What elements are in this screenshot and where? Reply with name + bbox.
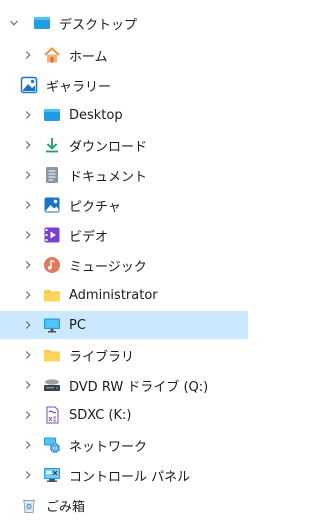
chevron-right-icon[interactable]	[23, 230, 33, 240]
chevron-right-icon[interactable]	[23, 290, 33, 300]
tree-item-network[interactable]: ネットワーク	[0, 431, 248, 459]
user-folder-icon	[43, 286, 61, 304]
chevron-right-icon[interactable]	[23, 410, 33, 420]
tree-item-label: Administrator	[69, 287, 158, 303]
music-icon	[43, 256, 61, 274]
tree-item-recycle-bin[interactable]: ごみ箱	[0, 491, 248, 519]
tree-item-label: ギャラリー	[46, 79, 112, 95]
tree-item-label: ネットワーク	[69, 439, 148, 455]
chevron-right-icon[interactable]	[23, 170, 33, 180]
chevron-right-icon[interactable]	[23, 200, 33, 210]
pc-monitor-icon	[43, 316, 61, 334]
desktop-folder-icon	[43, 106, 61, 124]
chevron-right-icon[interactable]	[23, 140, 33, 150]
video-icon	[43, 226, 61, 244]
dvd-drive-icon	[43, 376, 61, 394]
chevron-right-icon[interactable]	[23, 110, 33, 120]
control-panel-icon	[43, 466, 61, 484]
chevron-right-icon[interactable]	[23, 470, 33, 480]
tree-item-label: PC	[69, 317, 86, 333]
tree-item-label: ピクチャ	[69, 199, 121, 215]
chevron-down-icon[interactable]	[9, 18, 19, 28]
tree-item-downloads[interactable]: ダウンロード	[0, 131, 248, 159]
tree-item-label: DVD RW ドライブ (Q:)	[69, 379, 209, 395]
tree-item-label: デスクトップ	[59, 17, 138, 33]
tree-item-label: ビデオ	[69, 229, 109, 245]
library-folder-icon	[43, 346, 61, 364]
tree-item-label: SDXC (K:)	[69, 407, 132, 423]
chevron-right-icon[interactable]	[23, 50, 33, 60]
tree-item-dvd-drive[interactable]: DVD RW ドライブ (Q:)	[0, 371, 248, 399]
tree-item-pictures[interactable]: ピクチャ	[0, 191, 248, 219]
tree-item-label: ホーム	[69, 49, 108, 65]
desktop-folder-icon	[33, 14, 51, 32]
pictures-icon	[43, 196, 61, 214]
tree-item-label: コントロール パネル	[69, 469, 191, 485]
download-arrow-icon	[43, 136, 61, 154]
chevron-right-icon[interactable]	[23, 350, 33, 360]
chevron-right-icon[interactable]	[23, 380, 33, 390]
tree-item-administrator[interactable]: Administrator	[0, 281, 248, 309]
tree-item-desktop[interactable]: Desktop	[0, 101, 248, 129]
home-icon	[43, 46, 61, 64]
tree-item-label: ライブラリ	[69, 349, 135, 365]
tree-item-sdxc[interactable]: SDXC (K:)	[0, 401, 248, 429]
tree-item-label: ドキュメント	[69, 169, 148, 185]
tree-item-label: ごみ箱	[46, 499, 86, 515]
sd-card-icon	[43, 406, 61, 424]
tree-item-libraries[interactable]: ライブラリ	[0, 341, 248, 369]
tree-item-pc[interactable]: PC	[0, 311, 248, 339]
document-icon	[43, 166, 61, 184]
chevron-right-icon[interactable]	[23, 260, 33, 270]
tree-item-control-panel[interactable]: コントロール パネル	[0, 461, 248, 489]
network-icon	[43, 436, 61, 454]
tree-item-desktop-root[interactable]: デスクトップ	[0, 9, 248, 37]
tree-item-videos[interactable]: ビデオ	[0, 221, 248, 249]
tree-item-label: ダウンロード	[69, 139, 148, 155]
gallery-icon	[20, 76, 38, 94]
tree-item-label: ミュージック	[69, 259, 147, 275]
chevron-right-icon[interactable]	[23, 320, 33, 330]
chevron-right-icon[interactable]	[23, 440, 33, 450]
tree-item-music[interactable]: ミュージック	[0, 251, 248, 279]
tree-item-label: Desktop	[69, 107, 123, 123]
tree-item-home[interactable]: ホーム	[0, 41, 248, 69]
tree-item-documents[interactable]: ドキュメント	[0, 161, 248, 189]
navigation-tree: デスクトップ ホーム ギャラリー Desktop ダウンロード ドキュメント ピ…	[0, 0, 248, 531]
recycle-bin-icon	[20, 496, 38, 514]
tree-item-gallery[interactable]: ギャラリー	[0, 71, 248, 99]
